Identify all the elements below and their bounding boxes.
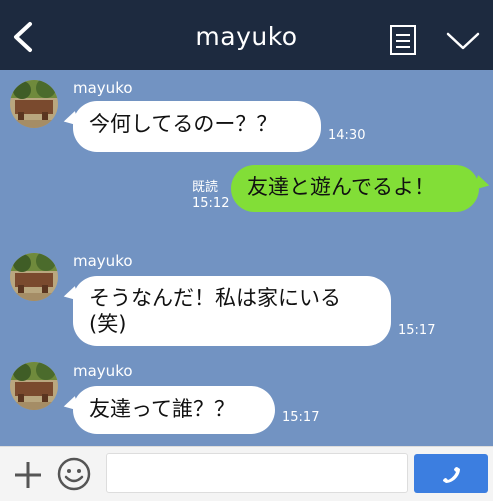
read-label: 既読 bbox=[192, 180, 219, 195]
read-receipt: 既読 15:12 bbox=[192, 180, 229, 212]
message-bubble[interactable]: そうなんだ！私は家にいる(笑) bbox=[73, 276, 391, 346]
message-input[interactable] bbox=[106, 453, 408, 493]
phone-icon bbox=[443, 467, 460, 483]
message-time: 15:17 bbox=[398, 323, 436, 338]
message-time: 15:17 bbox=[282, 410, 320, 425]
chat-title: mayuko bbox=[195, 22, 298, 51]
chat-header: mayuko bbox=[0, 0, 493, 70]
emoji-icon[interactable] bbox=[56, 456, 92, 492]
avatar[interactable] bbox=[10, 253, 58, 301]
memo-icon[interactable] bbox=[388, 24, 418, 56]
message-bubble[interactable]: 友達と遊んでるよ！ bbox=[231, 165, 479, 212]
message-bubble[interactable]: 友達って誰？？ bbox=[73, 386, 275, 434]
plus-icon[interactable] bbox=[12, 459, 44, 491]
message-time: 15:12 bbox=[192, 196, 230, 211]
message-time: 14:30 bbox=[328, 128, 366, 143]
message-bubble[interactable]: 今何してるのー？？ bbox=[73, 101, 321, 152]
call-button[interactable] bbox=[414, 454, 488, 493]
message-sender: mayuko bbox=[73, 79, 133, 97]
message-sender: mayuko bbox=[73, 252, 133, 270]
message-sender: mayuko bbox=[73, 362, 133, 380]
chevron-down-icon[interactable] bbox=[445, 30, 481, 52]
message-composer bbox=[0, 446, 493, 501]
avatar[interactable] bbox=[10, 362, 58, 410]
avatar[interactable] bbox=[10, 80, 58, 128]
